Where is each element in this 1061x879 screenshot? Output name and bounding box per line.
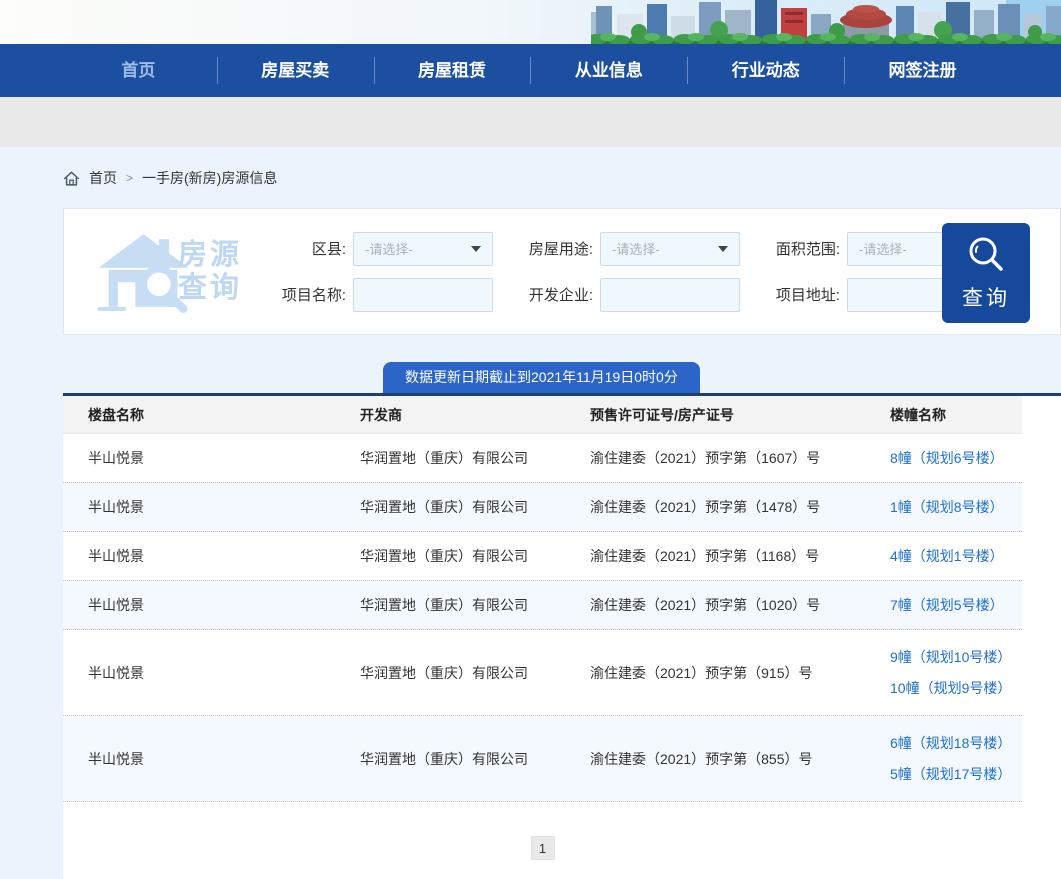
developer-label: 开发企业: (517, 284, 593, 305)
house-usage-select[interactable]: -请选择- (600, 232, 740, 266)
cell-developer: 华润置地（重庆）有限公司 (335, 749, 565, 769)
table-row: 半山悦景 华润置地（重庆）有限公司 渝住建委（2021）预字第（915）号 9幢… (63, 630, 1022, 716)
breadcrumb: 首页 > 一手房(新房)房源信息 (63, 168, 1061, 188)
cell-project: 半山悦景 (63, 663, 335, 683)
table-row: 半山悦景 华润置地（重庆）有限公司 渝住建委（2021）预字第（1478）号 1… (63, 483, 1022, 532)
district-label: 区县: (270, 238, 346, 259)
table-row: 半山悦景 华润置地（重庆）有限公司 渝住建委（2021）预字第（1607）号 8… (63, 434, 1022, 483)
field-district: 区县: -请选择- (270, 232, 493, 266)
results-table: 楼盘名称 开发商 预售许可证号/房产证号 楼幢名称 半山悦景 华润置地（重庆）有… (63, 396, 1022, 802)
building-link[interactable]: 7幢（规划5号楼） (890, 595, 1022, 615)
breadcrumb-current: 一手房(新房)房源信息 (142, 168, 277, 188)
table-row: 半山悦景 华润置地（重庆）有限公司 渝住建委（2021）预字第（855）号 6幢… (63, 716, 1022, 802)
cell-project: 半山悦景 (63, 448, 335, 468)
building-link[interactable]: 10幢（规划9号楼） (890, 678, 1022, 698)
cell-permit: 渝住建委（2021）预字第（1478）号 (565, 497, 865, 517)
breadcrumb-separator: > (126, 171, 133, 185)
header-permit-number: 预售许可证号/房产证号 (565, 405, 865, 425)
header-developer: 开发商 (335, 405, 565, 425)
cell-developer: 华润置地（重庆）有限公司 (335, 595, 565, 615)
search-icon (965, 235, 1007, 275)
chevron-down-icon (471, 246, 481, 252)
nav-item-industry-info[interactable]: 从业信息 (530, 44, 687, 97)
table-header-row: 楼盘名称 开发商 预售许可证号/房产证号 楼幢名称 (63, 396, 1022, 434)
nav-item-house-sale[interactable]: 房屋买卖 (217, 44, 374, 97)
field-house-usage: 房屋用途: -请选择- (517, 232, 740, 266)
developer-input[interactable] (600, 278, 740, 312)
building-link[interactable]: 6幢（规划18号楼） (890, 733, 1022, 753)
area-range-label: 面积范围: (764, 238, 840, 259)
table-row: 半山悦景 华润置地（重庆）有限公司 渝住建委（2021）预字第（1168）号 4… (63, 532, 1022, 581)
nav-item-home[interactable]: 首页 (60, 44, 217, 97)
nav-item-online-sign[interactable]: 网签注册 (844, 44, 1001, 97)
project-name-label: 项目名称: (270, 284, 346, 305)
breadcrumb-home-link[interactable]: 首页 (89, 168, 117, 188)
cell-developer: 华润置地（重庆）有限公司 (335, 448, 565, 468)
header-project-name: 楼盘名称 (63, 405, 335, 425)
nav-item-industry-news[interactable]: 行业动态 (687, 44, 844, 97)
page-number-1[interactable]: 1 (531, 836, 555, 860)
header-building-name: 楼幢名称 (865, 405, 1022, 425)
table-row: 半山悦景 华润置地（重庆）有限公司 渝住建委（2021）预字第（1020）号 7… (63, 581, 1022, 630)
building-link[interactable]: 9幢（规划10号楼） (890, 647, 1022, 667)
cell-permit: 渝住建委（2021）预字第（1168）号 (565, 546, 865, 566)
building-link[interactable]: 5幢（规划17号楼） (890, 764, 1022, 784)
house-usage-label: 房屋用途: (517, 238, 593, 259)
cell-permit: 渝住建委（2021）预字第（915）号 (565, 663, 865, 683)
main-nav: 首页 房屋买卖 房屋租赁 从业信息 行业动态 网签注册 (0, 44, 1061, 97)
logo-text: 房源 查询 (178, 239, 242, 305)
nav-item-house-rent[interactable]: 房屋租赁 (374, 44, 531, 97)
cell-project: 半山悦景 (63, 749, 335, 769)
building-link[interactable]: 1幢（规划8号楼） (890, 497, 1022, 517)
sub-banner-band (0, 97, 1061, 147)
top-banner (0, 0, 1061, 44)
search-form: 区县: -请选择- 房屋用途: -请选择- 面积范围: -请选择- 项目名称: (270, 232, 1011, 312)
project-address-label: 项目地址: (764, 284, 840, 305)
results-panel: 楼盘名称 开发商 预售许可证号/房产证号 楼幢名称 半山悦景 华润置地（重庆）有… (63, 393, 1061, 879)
cell-permit: 渝住建委（2021）预字第（1607）号 (565, 448, 865, 468)
cell-permit: 渝住建委（2021）预字第（855）号 (565, 749, 865, 769)
banner-city-illustration (591, 0, 1061, 44)
home-icon (63, 170, 80, 187)
pagination: 1 (63, 836, 1022, 879)
cell-permit: 渝住建委（2021）预字第（1020）号 (565, 595, 865, 615)
search-panel: 房源 查询 区县: -请选择- 房屋用途: -请选择- 面积范围: -请选择- (63, 208, 1061, 335)
building-link[interactable]: 8幢（规划6号楼） (890, 448, 1022, 468)
district-select[interactable]: -请选择- (353, 232, 493, 266)
cell-developer: 华润置地（重庆）有限公司 (335, 663, 565, 683)
cell-project: 半山悦景 (63, 595, 335, 615)
data-update-notice: 数据更新日期截止到2021年11月19日0时0分 (383, 362, 700, 393)
cell-developer: 华润置地（重庆）有限公司 (335, 546, 565, 566)
cell-project: 半山悦景 (63, 497, 335, 517)
cell-project: 半山悦景 (63, 546, 335, 566)
building-link[interactable]: 4幢（规划1号楼） (890, 546, 1022, 566)
housing-search-logo: 房源 查询 (94, 231, 266, 313)
field-project-name: 项目名称: (270, 278, 493, 312)
project-name-input[interactable] (353, 278, 493, 312)
chevron-down-icon (718, 246, 728, 252)
query-button[interactable]: 查询 (942, 223, 1030, 323)
field-developer: 开发企业: (517, 278, 740, 312)
cell-developer: 华润置地（重庆）有限公司 (335, 497, 565, 517)
